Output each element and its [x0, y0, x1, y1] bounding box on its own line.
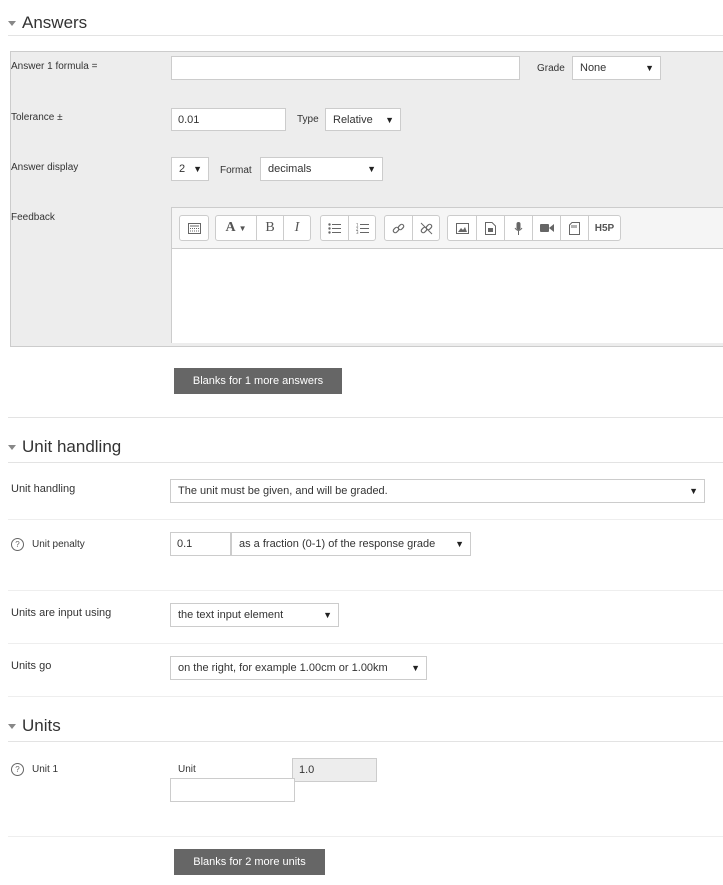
grade-select-value: None — [580, 62, 607, 74]
tolerance-label: Tolerance ± — [11, 112, 63, 123]
unit-handling-value: The unit must be given, and will be grad… — [178, 485, 388, 497]
divider — [8, 417, 723, 418]
blanks-more-answers-button[interactable]: Blanks for 1 more answers — [174, 368, 342, 394]
image-icon[interactable] — [448, 216, 476, 240]
link-icon[interactable] — [385, 216, 412, 240]
help-icon[interactable]: ? — [11, 538, 24, 551]
toolbar-group-5: H5P — [447, 215, 621, 241]
unit-field-label: Unit — [178, 764, 196, 775]
h5p-icon[interactable]: H5P — [588, 216, 620, 240]
units-section-header[interactable]: Units — [8, 716, 61, 736]
units-input-value: the text input element — [178, 609, 284, 621]
section-title: Units — [22, 716, 61, 735]
record-video-icon[interactable] — [532, 216, 560, 240]
unit-handling-section-header[interactable]: Unit handling — [8, 437, 121, 457]
toolbar-group-3: 123 — [320, 215, 376, 241]
answer-display-value: 2 — [179, 163, 186, 175]
answer-formula-label: Answer 1 formula = — [11, 61, 98, 72]
collapse-caret-icon — [8, 444, 16, 450]
bullet-list-icon[interactable] — [321, 216, 348, 240]
blanks-more-units-button[interactable]: Blanks for 2 more units — [174, 849, 325, 875]
unit-penalty-mode-value: as a fraction (0-1) of the response grad… — [239, 538, 436, 550]
toolbar-group-1 — [179, 215, 209, 241]
units-go-value: on the right, for example 1.00cm or 1.00… — [178, 662, 388, 674]
format-select[interactable]: decimals ▼ — [260, 157, 383, 181]
units-input-label: Units are input using — [11, 607, 112, 619]
section-title: Unit handling — [22, 437, 122, 456]
unit-penalty-input[interactable]: 0.1 — [170, 532, 231, 556]
dropdown-arrow-icon: ▼ — [367, 164, 376, 174]
dropdown-arrow-icon: ▼ — [193, 164, 202, 174]
record-audio-icon[interactable] — [504, 216, 532, 240]
answer-formula-input[interactable] — [171, 56, 520, 80]
dropdown-arrow-icon: ▼ — [689, 486, 698, 496]
type-select-value: Relative — [333, 113, 373, 126]
divider — [8, 836, 723, 837]
unit-handling-select[interactable]: The unit must be given, and will be grad… — [170, 479, 705, 503]
divider — [8, 741, 723, 742]
svg-text:3: 3 — [356, 230, 359, 234]
italic-icon[interactable]: I — [283, 216, 310, 240]
toolbar-group-4 — [384, 215, 440, 241]
dropdown-arrow-icon: ▼ — [411, 663, 420, 673]
tolerance-input[interactable]: 0.01 — [171, 108, 286, 131]
format-select-value: decimals — [268, 163, 312, 175]
font-color-icon[interactable]: A ▼ — [216, 216, 256, 240]
answer-display-select[interactable]: 2 ▼ — [171, 157, 209, 181]
media-icon[interactable] — [476, 216, 504, 240]
unit-penalty-label: Unit penalty — [32, 539, 85, 550]
grade-select[interactable]: None ▼ — [572, 56, 661, 80]
divider — [8, 35, 723, 36]
feedback-editor-content[interactable] — [172, 248, 723, 343]
type-select[interactable]: Relative ▼ — [325, 108, 401, 131]
numbered-list-icon[interactable]: 123 — [348, 216, 375, 240]
dropdown-arrow-icon: ▼ — [455, 539, 464, 549]
unlink-icon[interactable] — [412, 216, 439, 240]
dropdown-arrow-icon: ▼ — [323, 610, 332, 620]
units-go-label: Units go — [11, 660, 52, 672]
toolbar-toggle-icon[interactable] — [180, 216, 208, 240]
grade-label: Grade — [537, 63, 565, 74]
answers-section-header[interactable]: Answers — [8, 13, 87, 33]
help-icon[interactable]: ? — [11, 763, 24, 776]
format-label: Format — [220, 165, 252, 176]
manage-files-icon[interactable] — [560, 216, 588, 240]
toolbar-group-2: A ▼ B I — [215, 215, 311, 241]
units-go-select[interactable]: on the right, for example 1.00cm or 1.00… — [170, 656, 427, 680]
dropdown-arrow-icon: ▼ — [385, 114, 394, 125]
dropdown-arrow-icon: ▼ — [645, 63, 654, 73]
collapse-caret-icon — [8, 20, 16, 26]
section-title: Answers — [22, 13, 88, 32]
type-label: Type — [297, 114, 319, 125]
divider — [8, 643, 723, 644]
divider — [8, 462, 723, 463]
unit-penalty-mode-select[interactable]: as a fraction (0-1) of the response grad… — [231, 532, 471, 556]
collapse-caret-icon — [8, 723, 16, 729]
h5p-text: H5P — [594, 222, 615, 234]
unit-1-label: Unit 1 — [32, 764, 59, 775]
divider — [8, 519, 723, 520]
units-input-select[interactable]: the text input element ▼ — [170, 603, 339, 627]
answer-display-label: Answer display — [11, 162, 79, 173]
unit-handling-label: Unit handling — [11, 483, 76, 495]
divider — [8, 696, 723, 697]
divider — [8, 590, 723, 591]
bold-icon[interactable]: B — [256, 216, 283, 240]
unit-multiplier-input[interactable]: 1.0 — [292, 758, 377, 782]
unit-name-input[interactable] — [170, 778, 295, 802]
feedback-label: Feedback — [11, 212, 55, 223]
